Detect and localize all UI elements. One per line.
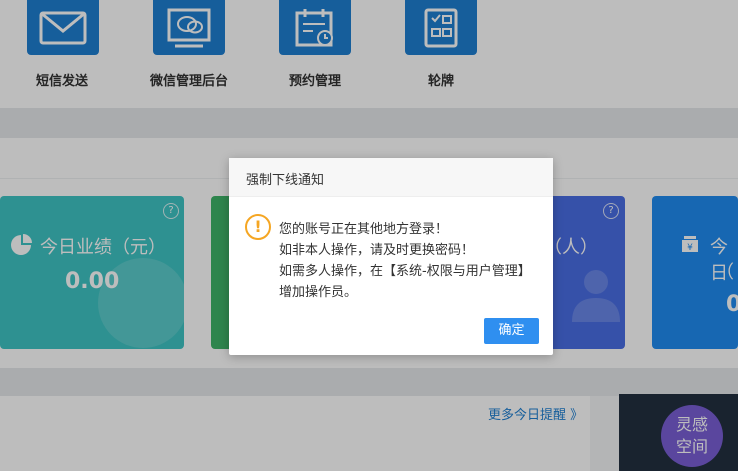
dialog-message-line: 如需多人操作，在【系统-权限与用户管理】 (279, 264, 531, 279)
dialog-title: 强制下线通知 (246, 173, 325, 188)
warning-icon: ! (245, 214, 271, 240)
confirm-button[interactable]: 确定 (484, 318, 539, 344)
dialog-message-line: 增加操作员。 (279, 285, 358, 300)
dialog-message-line: 您的账号正在其他地方登录！ (279, 222, 449, 237)
forced-logout-dialog: 强制下线通知 ! 您的账号正在其他地方登录！ 如非本人操作，请及时更换密码！ 如… (229, 158, 553, 355)
dialog-message-line: 如非本人操作，请及时更换密码！ (279, 243, 475, 258)
